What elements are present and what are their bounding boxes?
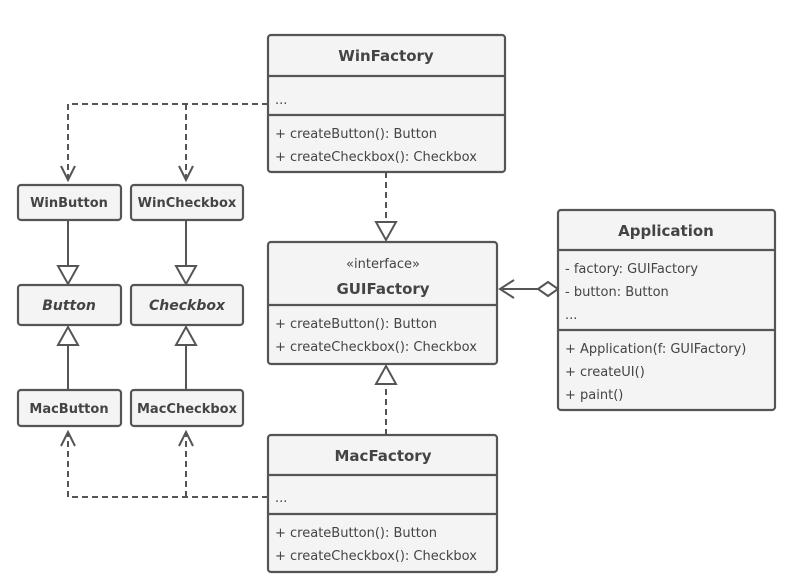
class-name: MacFactory [335, 447, 432, 465]
stereotype: «interface» [346, 257, 420, 272]
class-field: ... [565, 308, 577, 323]
class-application[interactable]: Application - factory: GUIFactory - butt… [556, 208, 777, 412]
class-mac-factory[interactable]: MacFactory ... + createButton(): Button … [266, 433, 499, 574]
class-method: + createButton(): Button [275, 127, 437, 142]
class-name: WinFactory [338, 47, 434, 65]
win-factory-realization [374, 172, 398, 243]
class-method: + createCheckbox(): Checkbox [275, 549, 477, 564]
class-win-factory[interactable]: WinFactory ... + createButton(): Button … [266, 33, 507, 174]
interface-checkbox[interactable]: Checkbox [129, 283, 245, 327]
class-method: + createButton(): Button [275, 317, 437, 332]
class-mac-button[interactable]: MacButton [16, 388, 123, 428]
class-field: - factory: GUIFactory [565, 262, 698, 277]
class-name: Application [618, 222, 714, 240]
class-name: Checkbox [149, 298, 226, 314]
class-name: MacCheckbox [137, 402, 238, 417]
class-field: - button: Button [565, 285, 669, 300]
class-mac-checkbox[interactable]: MacCheckbox [129, 388, 245, 428]
class-field: ... [275, 491, 287, 506]
class-method: + createCheckbox(): Checkbox [275, 340, 477, 355]
uml-class-diagram: WinFactory ... + createButton(): Button … [16, 33, 777, 574]
mac-factory-dependencies [60, 429, 268, 498]
class-win-button[interactable]: WinButton [16, 183, 123, 222]
class-win-checkbox[interactable]: WinCheckbox [129, 183, 245, 222]
class-method: + createUI() [565, 365, 645, 380]
class-name: GUIFactory [336, 280, 429, 298]
class-field: ... [275, 93, 287, 108]
class-name: WinButton [30, 196, 108, 211]
class-method: + paint() [565, 388, 623, 403]
win-factory-dependencies [60, 103, 268, 183]
class-name: MacButton [29, 402, 108, 417]
class-method: + createButton(): Button [275, 526, 437, 541]
interface-button[interactable]: Button [16, 283, 123, 327]
class-name: WinCheckbox [138, 196, 237, 211]
mac-factory-realization [374, 363, 398, 435]
application-aggregation [498, 279, 560, 299]
class-method: + createCheckbox(): Checkbox [275, 150, 477, 165]
class-method: + Application(f: GUIFactory) [565, 342, 746, 357]
interface-gui-factory[interactable]: «interface» GUIFactory + createButton():… [266, 240, 499, 366]
class-name: Button [42, 298, 96, 314]
